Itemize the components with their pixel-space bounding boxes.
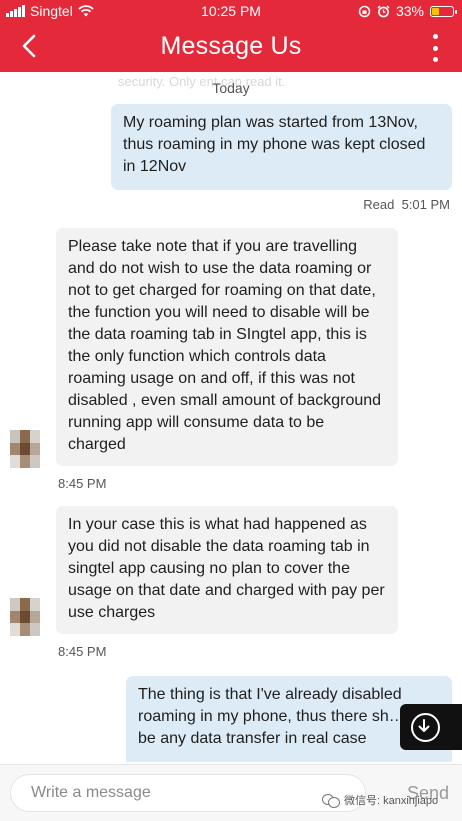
scroll-to-bottom-button[interactable] — [400, 704, 462, 750]
battery-percent: 33% — [395, 3, 424, 19]
watermark-text: 微信号: kanxinjiapo — [344, 795, 439, 807]
message-time: 5:01 PM — [401, 197, 450, 212]
message-text: In your case this is what had happened a… — [68, 516, 385, 621]
page-title: Message Us — [160, 32, 302, 60]
message-time: 8:45 PM — [58, 476, 107, 491]
status-bar: Singtel 10:25 PM 33% — [0, 0, 462, 22]
battery-icon — [430, 5, 457, 17]
watermark: 微信号: kanxinjiapo — [322, 792, 438, 808]
more-vertical-icon — [432, 34, 438, 39]
agent-avatar — [10, 430, 40, 468]
date-separator: Today — [212, 80, 250, 96]
message-outgoing[interactable]: My roaming plan was started from 13Nov, … — [111, 104, 452, 190]
message-incoming[interactable]: In your case this is what had happened a… — [56, 506, 398, 634]
read-receipt: Read 5:01 PM — [363, 197, 450, 212]
more-options-button[interactable] — [430, 34, 440, 62]
status-right: 33% — [358, 3, 457, 19]
battery-level — [432, 7, 440, 15]
header: Message Us — [0, 22, 462, 72]
message-text: My roaming plan was started from 13Nov, … — [123, 114, 426, 175]
chat-thread[interactable]: security. Only ent can read it. Today My… — [0, 72, 462, 764]
message-text: Please take note that if you are travell… — [68, 238, 382, 453]
screen-rotation-lock-icon — [358, 5, 371, 17]
message-text: The thing is that I've already disabled … — [138, 686, 432, 747]
read-status: Read — [363, 197, 395, 212]
alarm-icon — [377, 4, 390, 17]
wechat-icon — [322, 793, 340, 808]
agent-avatar — [10, 598, 40, 636]
message-incoming[interactable]: Please take note that if you are travell… — [56, 228, 398, 466]
message-time: 8:45 PM — [58, 644, 107, 659]
message-input[interactable] — [10, 774, 366, 812]
